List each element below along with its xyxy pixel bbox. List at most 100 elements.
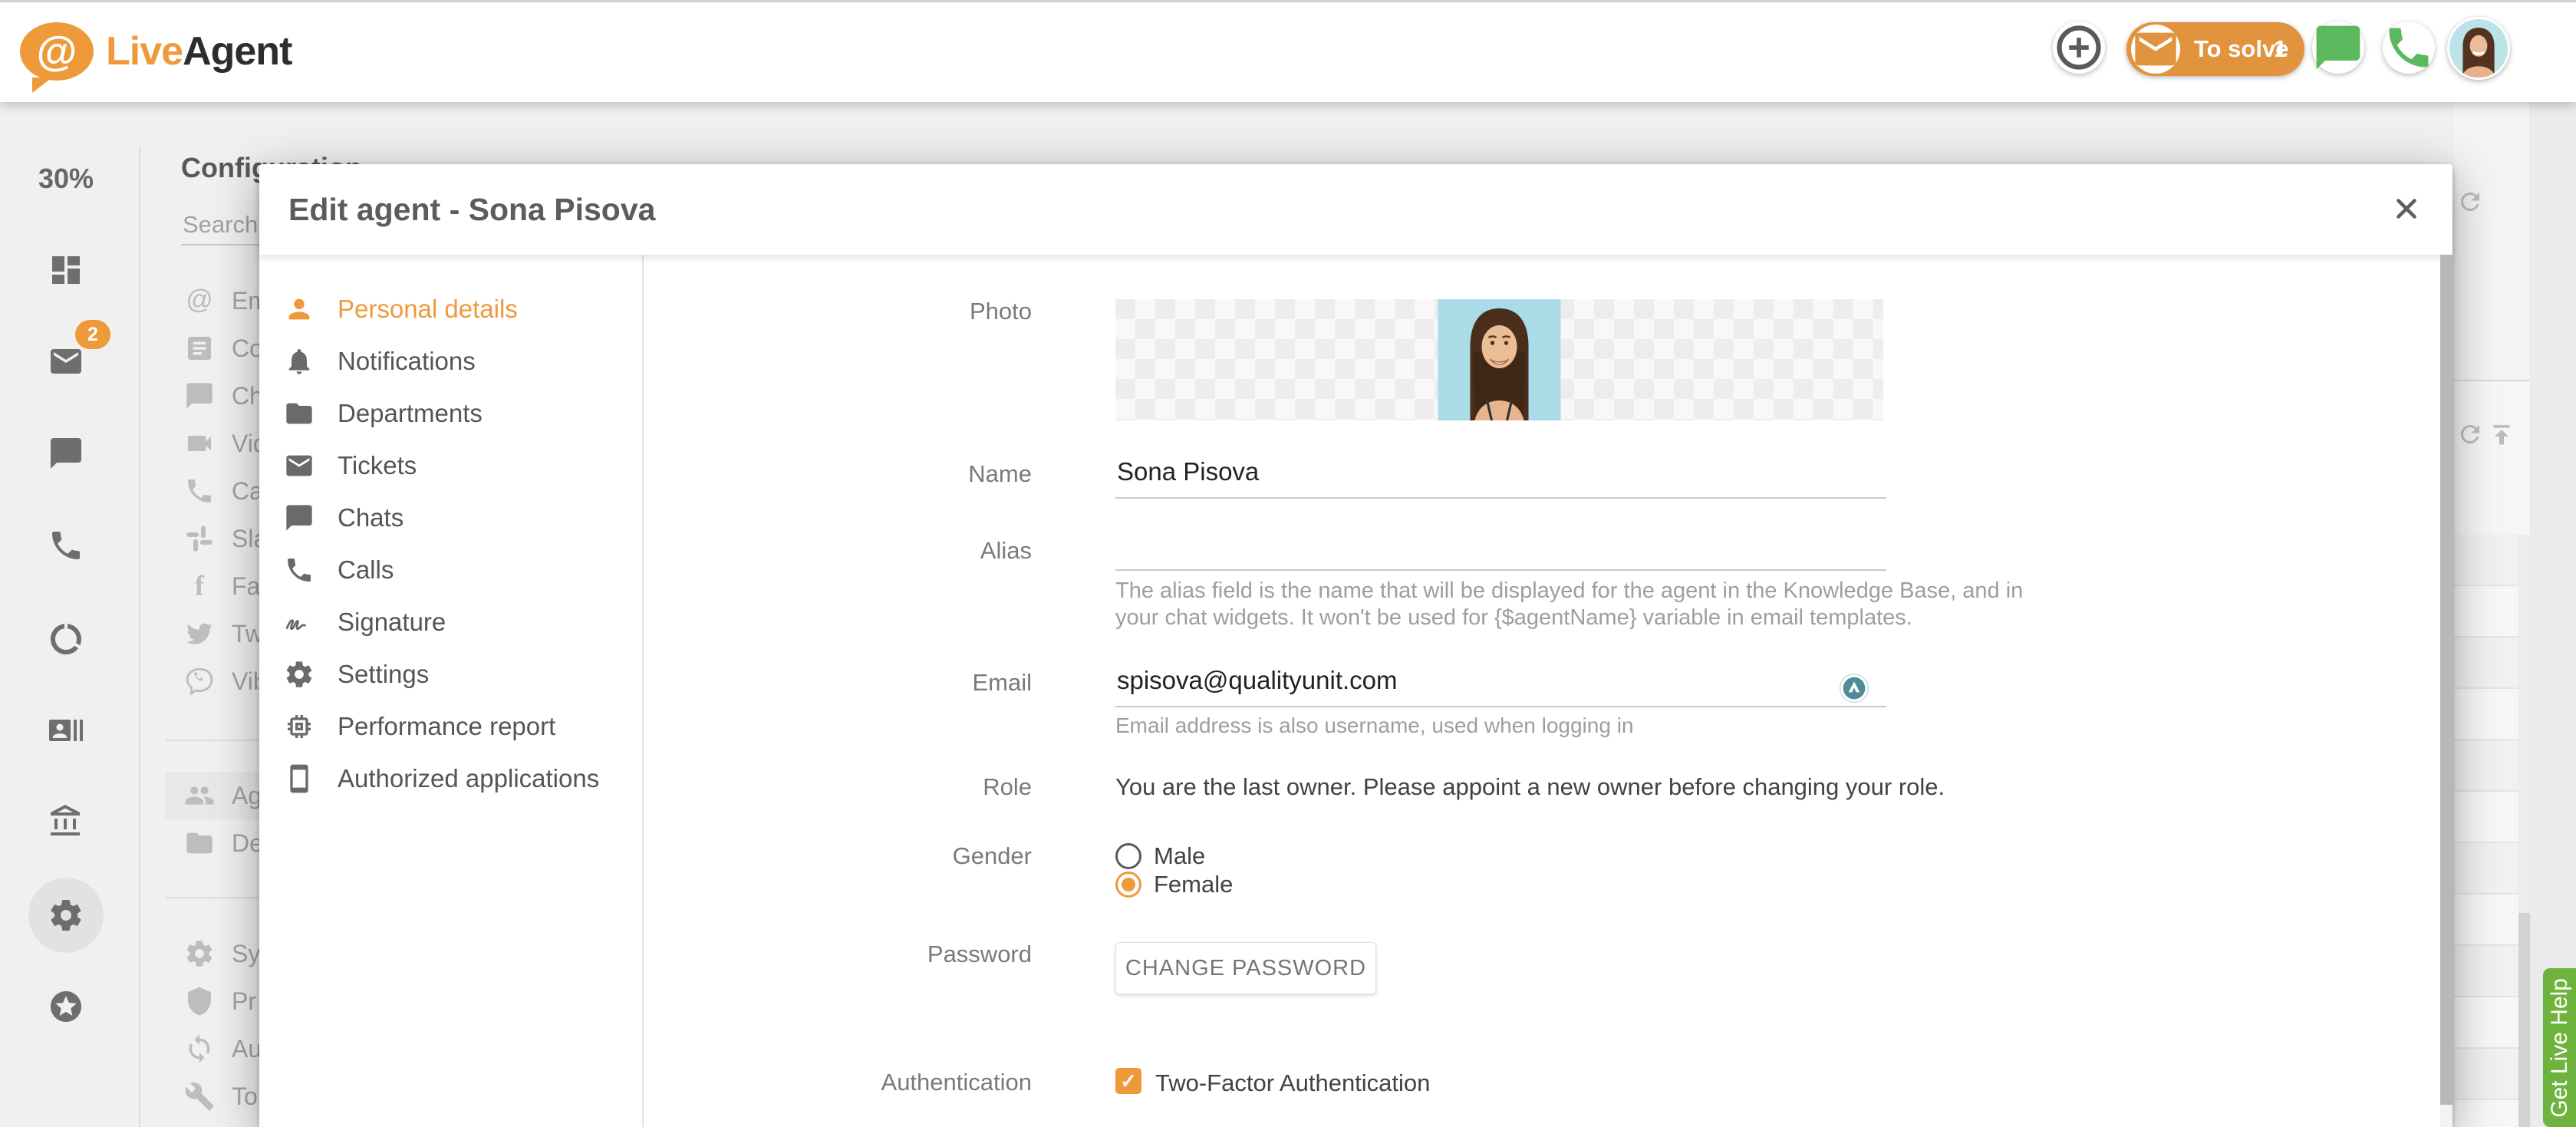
modal-header: Edit agent - Sona Pisova bbox=[259, 164, 2452, 255]
name-input[interactable] bbox=[1115, 447, 1886, 499]
upload-icon[interactable] bbox=[2488, 420, 2515, 448]
radio-icon[interactable] bbox=[1115, 872, 1141, 898]
table-row bbox=[2454, 586, 2518, 638]
sidebar-item-contact-card-icon[interactable] bbox=[48, 712, 84, 749]
modal-nav-chats[interactable]: Chats bbox=[259, 492, 641, 544]
modal-nav-label: Signature bbox=[338, 608, 446, 637]
modal-nav-authorized-applications[interactable]: Authorized applications bbox=[259, 753, 641, 805]
table-row bbox=[2454, 792, 2518, 843]
chats-button[interactable] bbox=[2312, 21, 2364, 74]
usage-percentage: 30% bbox=[21, 163, 110, 195]
table-row bbox=[2454, 638, 2518, 689]
get-live-help-label: Get Live Help bbox=[2547, 978, 2573, 1118]
modal-nav-settings[interactable]: Settings bbox=[259, 648, 641, 700]
email-label: Email bbox=[725, 669, 1032, 697]
modal-nav-calls[interactable]: Calls bbox=[259, 544, 641, 596]
config-item-label: Ch bbox=[232, 382, 263, 410]
table-scrollbar-thumb[interactable] bbox=[2518, 913, 2530, 1127]
email-input[interactable] bbox=[1115, 655, 1886, 707]
mail-badge: 2 bbox=[75, 320, 110, 349]
to-solve-button[interactable]: To solve 1 bbox=[2126, 22, 2304, 76]
change-password-button[interactable]: CHANGE PASSWORD bbox=[1115, 942, 1376, 994]
config-item-label: Ag bbox=[232, 782, 262, 810]
envelope-icon bbox=[2131, 25, 2180, 74]
modal-nav-departments[interactable]: Departments bbox=[259, 387, 641, 440]
sidebar-item-envelope-icon[interactable] bbox=[48, 343, 84, 380]
twitter-icon bbox=[184, 618, 215, 649]
calls-button[interactable] bbox=[2383, 21, 2435, 74]
add-button[interactable] bbox=[2053, 21, 2105, 74]
gender-option-label: Female bbox=[1154, 871, 1233, 898]
gender-option-female[interactable]: Female bbox=[1115, 871, 1233, 898]
gender-label: Gender bbox=[725, 842, 1032, 870]
gender-option-male[interactable]: Male bbox=[1115, 842, 1205, 870]
modal-nav-label: Performance report bbox=[338, 712, 555, 741]
refresh-icon[interactable] bbox=[2456, 420, 2484, 448]
background-list-panel bbox=[2454, 381, 2531, 1127]
modal-nav-signature[interactable]: Signature bbox=[259, 596, 641, 648]
modal-nav-personal-details[interactable]: Personal details bbox=[259, 283, 641, 335]
alias-input[interactable] bbox=[1115, 523, 1886, 571]
phone-icon bbox=[184, 476, 215, 506]
config-item-label: Tw bbox=[232, 620, 263, 648]
modal-nav-tickets[interactable]: Tickets bbox=[259, 440, 641, 492]
liveagent-logo[interactable]: @ LiveAgent bbox=[20, 18, 373, 88]
top-app-bar: @ LiveAgent To solve 1 bbox=[0, 0, 2576, 102]
smartphone-icon bbox=[284, 763, 315, 794]
table-scrollbar[interactable] bbox=[2518, 535, 2530, 1127]
table-row bbox=[2454, 740, 2518, 792]
radio-icon[interactable] bbox=[1115, 843, 1141, 869]
alias-label: Alias bbox=[725, 537, 1032, 565]
sidebar-item-star-circle-icon[interactable] bbox=[48, 988, 84, 1025]
table-row bbox=[2454, 843, 2518, 895]
password-manager-icon[interactable] bbox=[1839, 673, 1869, 704]
sidebar-item-data-usage-icon[interactable] bbox=[48, 621, 84, 657]
modal-title: Edit agent - Sona Pisova bbox=[288, 164, 655, 255]
close-icon[interactable] bbox=[2383, 186, 2429, 232]
at-icon: @ bbox=[184, 285, 215, 316]
two-factor-label: Two-Factor Authentication bbox=[1155, 1069, 1430, 1097]
sidebar-item-phone-icon[interactable] bbox=[48, 527, 84, 564]
sidebar-divider bbox=[139, 147, 140, 1127]
agent-photo[interactable] bbox=[1438, 299, 1561, 420]
signature-icon bbox=[284, 607, 315, 638]
liveagent-app: 30% 2 Configuration @EmCoChVidCaSlafFaTw… bbox=[0, 0, 2576, 1127]
email-help: Email address is also username, used whe… bbox=[1115, 713, 1634, 738]
modal-nav-performance-report[interactable]: Performance report bbox=[259, 700, 641, 753]
brand-name: LiveAgent bbox=[106, 28, 292, 74]
facebook-icon: f bbox=[184, 571, 215, 601]
bell-icon bbox=[284, 346, 315, 377]
folder-icon bbox=[184, 828, 215, 858]
table-row bbox=[2454, 1049, 2518, 1100]
two-factor-checkbox[interactable]: ✓ bbox=[1115, 1068, 1141, 1094]
viber-icon bbox=[184, 666, 215, 697]
get-live-help-button[interactable]: Get Live Help bbox=[2543, 968, 2576, 1127]
role-text: You are the last owner. Please appoint a… bbox=[1115, 773, 1945, 801]
profile-avatar[interactable] bbox=[2447, 17, 2510, 80]
gear-icon bbox=[284, 659, 315, 690]
modal-scrollbar-thumb[interactable] bbox=[2440, 255, 2452, 1105]
slack-icon bbox=[184, 523, 215, 554]
svg-text:@: @ bbox=[186, 285, 213, 315]
modal-nav-label: Departments bbox=[338, 399, 483, 428]
chat-icon bbox=[184, 381, 215, 411]
sidebar-item-chat-icon[interactable] bbox=[48, 435, 84, 472]
config-item-label: To bbox=[232, 1083, 258, 1111]
refresh-icon[interactable] bbox=[2456, 188, 2484, 216]
table-row bbox=[2454, 535, 2518, 586]
chat-icon bbox=[284, 503, 315, 533]
table-row bbox=[2454, 946, 2518, 997]
sidebar-item-bank-icon[interactable] bbox=[48, 803, 84, 840]
shield-icon bbox=[184, 986, 215, 1017]
table-row bbox=[2454, 1100, 2518, 1127]
modal-scrollbar[interactable] bbox=[2440, 255, 2452, 1127]
sidebar-item-dashboard-icon[interactable] bbox=[48, 252, 84, 288]
modal-nav-notifications[interactable]: Notifications bbox=[259, 335, 641, 387]
gender-option-label: Male bbox=[1154, 842, 1205, 870]
config-item-label: Ca bbox=[232, 477, 263, 506]
alias-help-line2: your chat widgets. It won't be used for … bbox=[1115, 605, 1912, 631]
table-row bbox=[2454, 895, 2518, 946]
sidebar-item-gear-icon[interactable] bbox=[48, 897, 84, 934]
password-label: Password bbox=[725, 941, 1032, 968]
avatar-image bbox=[2449, 19, 2508, 77]
